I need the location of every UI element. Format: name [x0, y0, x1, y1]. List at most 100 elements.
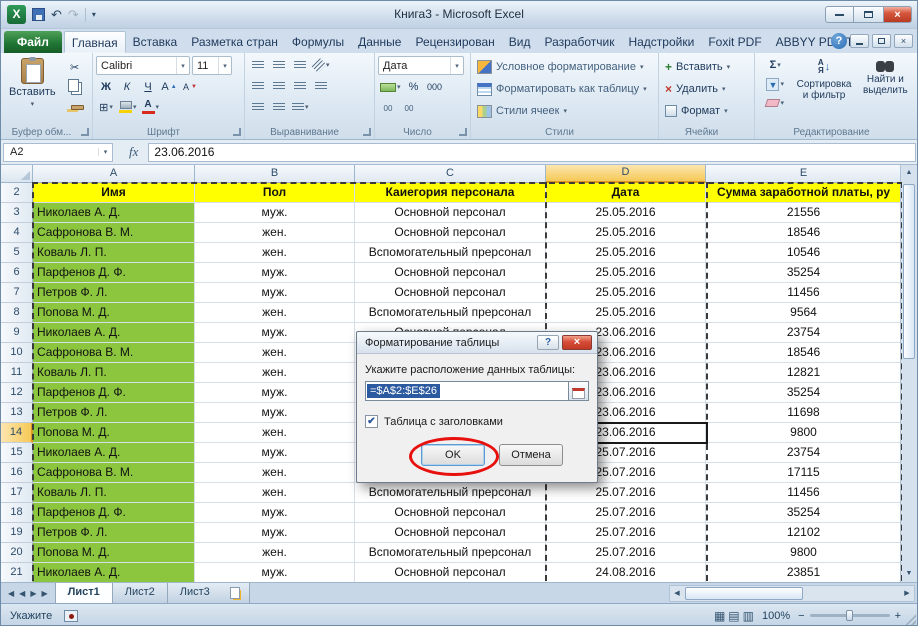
normal-view-icon[interactable]: ▦ — [714, 609, 725, 623]
row-header-21[interactable]: 21 — [1, 563, 33, 582]
cell-C3[interactable]: Основной персонал — [355, 203, 546, 223]
ok-button[interactable]: OK — [421, 444, 485, 466]
cell-E16[interactable]: 17115 — [706, 463, 902, 483]
format-cells-button[interactable]: Формат ▾ — [662, 100, 751, 122]
cell-E13[interactable]: 11698 — [706, 403, 902, 423]
qat-customize-icon[interactable]: ▾ — [92, 8, 96, 22]
cell-A8[interactable]: Попова М. Д. — [33, 303, 195, 323]
cell-D19[interactable]: 25.07.2016 — [546, 523, 706, 543]
cell-A11[interactable]: Коваль Л. П. — [33, 363, 195, 383]
row-header-8[interactable]: 8 — [1, 303, 33, 323]
cell-C4[interactable]: Основной персонал — [355, 223, 546, 243]
cell-A21[interactable]: Николаев А. Д. — [33, 563, 195, 582]
tab-Формулы[interactable]: Формулы — [285, 31, 351, 53]
cell-C6[interactable]: Основной персонал — [355, 263, 546, 283]
undo-icon[interactable]: ↶ — [51, 8, 62, 22]
cell-D6[interactable]: 25.05.2016 — [546, 263, 706, 283]
tab-file[interactable]: Файл — [4, 31, 62, 53]
align-right-button[interactable] — [290, 77, 310, 95]
last-sheet-icon[interactable]: ▶ — [41, 589, 47, 598]
cell-E10[interactable]: 18546 — [706, 343, 902, 363]
prev-sheet-icon[interactable]: ◀ — [19, 589, 25, 598]
maximize-button[interactable] — [854, 6, 883, 23]
copy-button[interactable] — [64, 78, 86, 96]
row-header-3[interactable]: 3 — [1, 203, 33, 223]
cell-A5[interactable]: Коваль Л. П. — [33, 243, 195, 263]
dialog-launcher-icon[interactable] — [81, 128, 89, 136]
cell-C21[interactable]: Основной персонал — [355, 563, 546, 582]
align-center-button[interactable] — [269, 77, 289, 95]
align-left-button[interactable] — [248, 77, 268, 95]
zoom-track[interactable] — [810, 614, 890, 617]
row-header-5[interactable]: 5 — [1, 243, 33, 263]
chevron-down-icon[interactable]: ▾ — [450, 57, 463, 74]
cell-B21[interactable]: муж. — [195, 563, 355, 582]
page-layout-view-icon[interactable]: ▤ — [728, 609, 739, 623]
cell-D8[interactable]: 25.05.2016 — [546, 303, 706, 323]
first-sheet-icon[interactable]: ◀ — [8, 589, 14, 598]
tab-Вставка[interactable]: Вставка — [126, 31, 185, 53]
decrease-decimal-button[interactable]: 00 — [399, 99, 419, 117]
cut-button[interactable]: ✂ — [64, 58, 86, 76]
cell-A7[interactable]: Петров Ф. Л. — [33, 283, 195, 303]
cell-E11[interactable]: 12821 — [706, 363, 902, 383]
cell-A4[interactable]: Сафронова В. М. — [33, 223, 195, 243]
find-select-button[interactable]: Найти и выделить — [856, 56, 915, 112]
cell-E8[interactable]: 9564 — [706, 303, 902, 323]
cell-E9[interactable]: 23754 — [706, 323, 902, 343]
macro-record-icon[interactable] — [64, 610, 78, 622]
sheet-tab-Лист2[interactable]: Лист2 — [112, 583, 168, 603]
row-header-12[interactable]: 12 — [1, 383, 33, 403]
row-header-13[interactable]: 13 — [1, 403, 33, 423]
cell-C17[interactable]: Вспомогательный прерсонал — [355, 483, 546, 503]
row-header-14[interactable]: 14 — [1, 423, 33, 443]
formula-input[interactable]: 23.06.2016 — [148, 143, 916, 162]
paste-button[interactable]: Вставить ▾ — [4, 56, 61, 116]
row-header-10[interactable]: 10 — [1, 343, 33, 363]
column-header-E[interactable]: E — [706, 165, 902, 183]
fill-color-button[interactable]: ▾ — [117, 98, 139, 116]
cell-A9[interactable]: Николаев А. Д. — [33, 323, 195, 343]
cell-E18[interactable]: 35254 — [706, 503, 902, 523]
range-selector-button[interactable] — [569, 381, 589, 401]
orientation-button[interactable]: ▾ — [311, 56, 332, 74]
cancel-button[interactable]: Отмена — [499, 444, 563, 466]
zoom-level[interactable]: 100% — [762, 610, 790, 622]
row-header-7[interactable]: 7 — [1, 283, 33, 303]
chevron-down-icon[interactable]: ▾ — [176, 57, 189, 74]
valign-top-button[interactable] — [248, 56, 268, 74]
insert-function-button[interactable]: fx — [129, 144, 138, 160]
cell-E7[interactable]: 11456 — [706, 283, 902, 303]
close-button[interactable]: × — [883, 6, 912, 23]
font-color-button[interactable]: А▾ — [140, 98, 162, 116]
cell-B18[interactable]: муж. — [195, 503, 355, 523]
zoom-slider[interactable]: − + — [798, 610, 901, 622]
wrap-text-button[interactable] — [311, 77, 331, 95]
row-header-6[interactable]: 6 — [1, 263, 33, 283]
cell-B2[interactable]: Пол — [195, 183, 355, 203]
tab-Вид[interactable]: Вид — [502, 31, 538, 53]
decrease-indent-button[interactable] — [248, 98, 268, 116]
decrease-font-button[interactable]: А▼ — [180, 78, 200, 96]
autosum-button[interactable]: Σ▾ — [758, 56, 792, 74]
cell-B7[interactable]: муж. — [195, 283, 355, 303]
italic-button[interactable]: К — [117, 78, 137, 96]
cell-B14[interactable]: жен. — [195, 423, 355, 443]
cell-B12[interactable]: муж. — [195, 383, 355, 403]
cell-C5[interactable]: Вспомогательный прерсонал — [355, 243, 546, 263]
cell-A3[interactable]: Николаев А. Д. — [33, 203, 195, 223]
excel-logo-icon[interactable]: X — [7, 5, 26, 24]
cell-A14[interactable]: Попова М. Д. — [33, 423, 195, 443]
cell-B11[interactable]: жен. — [195, 363, 355, 383]
dialog-launcher-icon[interactable] — [459, 128, 467, 136]
column-header-B[interactable]: B — [195, 165, 355, 183]
tab-Рецензирован[interactable]: Рецензирован — [408, 31, 501, 53]
workbook-close-button[interactable]: × — [894, 34, 913, 48]
cell-A12[interactable]: Парфенов Д. Ф. — [33, 383, 195, 403]
cell-C2[interactable]: Каиегория персонала — [355, 183, 546, 203]
cell-B9[interactable]: муж. — [195, 323, 355, 343]
cell-B5[interactable]: жен. — [195, 243, 355, 263]
cell-E4[interactable]: 18546 — [706, 223, 902, 243]
name-box[interactable]: A2 ▾ — [3, 143, 113, 162]
cell-B4[interactable]: жен. — [195, 223, 355, 243]
